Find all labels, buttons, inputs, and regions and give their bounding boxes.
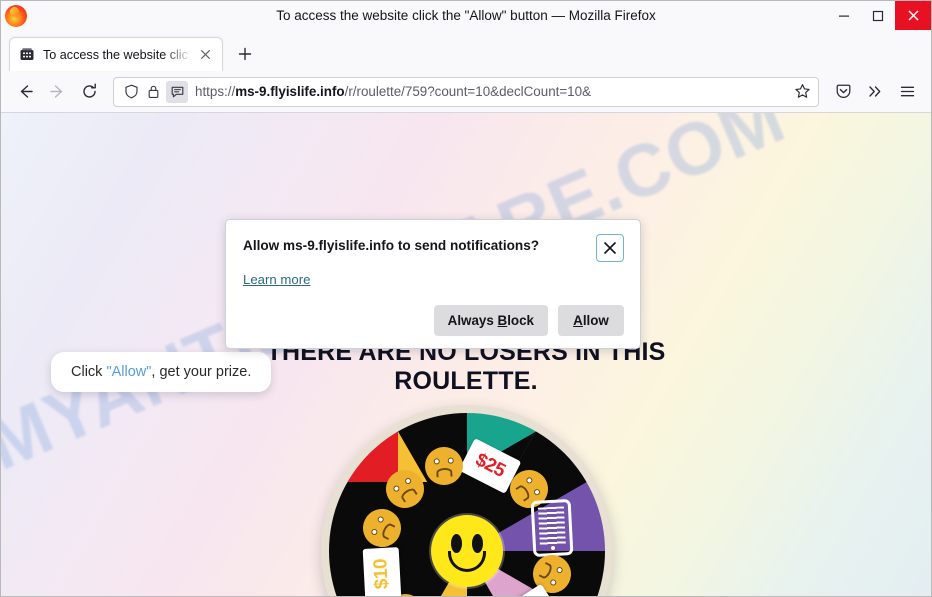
navigation-toolbar: https://ms-9.flyislife.info/r/roulette/7… (1, 71, 931, 113)
callout-post: , get your prize. (151, 364, 252, 380)
url-subdomain-domain: ms-9.flyislife.info (235, 84, 345, 99)
new-tab-button[interactable] (229, 39, 261, 69)
firefox-logo-icon (5, 4, 27, 27)
forward-button[interactable] (41, 76, 73, 108)
smiley-mouth (448, 551, 486, 572)
always-block-button[interactable]: Always Block (433, 305, 548, 336)
url-path: /r/roulette/759?count=10&declCount=10& (344, 84, 592, 99)
url-text[interactable]: https://ms-9.flyislife.info/r/roulette/7… (195, 84, 790, 99)
close-tab-icon[interactable] (197, 46, 214, 63)
allow-button[interactable]: Allow (558, 305, 624, 336)
dialog-title: Allow ms-9.flyislife.info to send notifi… (243, 238, 540, 253)
close-dialog-button[interactable] (596, 234, 624, 262)
address-bar[interactable]: https://ms-9.flyislife.info/r/roulette/7… (113, 76, 819, 107)
app-menu-icon[interactable] (891, 76, 923, 108)
callout-pre: Click (71, 364, 107, 380)
pocket-save-icon[interactable] (827, 76, 859, 108)
minimize-button[interactable] (827, 1, 861, 30)
allow-instruction-callout: Click "Allow", get your prize. (51, 352, 272, 392)
shield-icon[interactable] (120, 81, 142, 103)
dialog-header-row: Allow ms-9.flyislife.info to send notifi… (243, 234, 624, 262)
bookmark-star-icon[interactable] (790, 80, 814, 104)
tab-strip: To access the website clic (1, 30, 931, 71)
callout-highlight: "Allow" (106, 364, 152, 380)
tablet-lines-icon (530, 499, 574, 558)
dialog-buttons: Always Block Allow (243, 305, 624, 336)
tab-title: To access the website clic (43, 47, 188, 62)
maximize-button[interactable] (861, 1, 895, 30)
page-viewport: MYANTISPYWARE.COM THERE ARE NO LOSERS IN… (1, 113, 931, 596)
smiley-face-icon (431, 515, 503, 587)
sad-face-icon (424, 446, 465, 486)
learn-more-link[interactable]: Learn more (243, 272, 310, 287)
sad-face-icon (378, 462, 432, 516)
notification-permission-dialog: Allow ms-9.flyislife.info to send notifi… (225, 219, 641, 349)
roulette-favicon-icon (19, 47, 35, 63)
browser-window: To access the website click the "Allow" … (0, 0, 932, 597)
back-button[interactable] (9, 76, 41, 108)
title-bar: To access the website click the "Allow" … (1, 1, 931, 30)
reload-button[interactable] (73, 76, 105, 108)
window-controls (827, 1, 931, 30)
browser-tab[interactable]: To access the website clic (9, 37, 223, 71)
prize-wheel[interactable]: $25$25$10 (321, 405, 613, 596)
window-title: To access the website click the "Allow" … (276, 8, 656, 23)
close-window-button[interactable] (895, 1, 931, 30)
overflow-chevrons-icon[interactable] (859, 76, 891, 108)
voucher-ticket-icon: $10 (362, 546, 402, 596)
url-scheme: https:// (195, 84, 236, 99)
notification-permission-icon[interactable] (166, 80, 188, 103)
lock-icon[interactable] (142, 81, 164, 103)
